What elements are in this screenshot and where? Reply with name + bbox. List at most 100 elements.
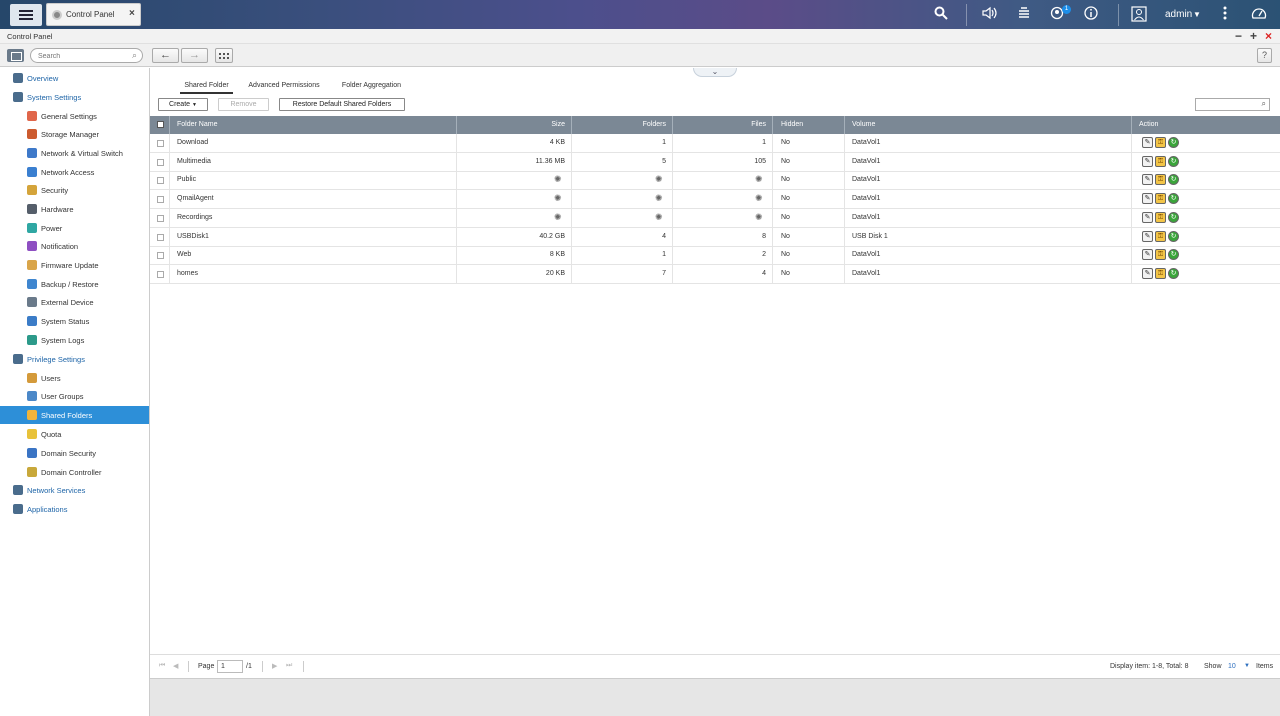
sidebar-item-privilege-settings[interactable]: Privilege Settings <box>0 350 149 368</box>
sidebar-item-network-access[interactable]: Network Access <box>0 163 149 181</box>
volume-icon[interactable] <box>981 6 999 24</box>
edit-icon[interactable]: ✎ <box>1142 267 1153 279</box>
table-row[interactable]: Multimedia 11.36 MB 5 105 No DataVol1 ✎ ⚿ ↻ <box>150 152 1280 172</box>
table-row[interactable]: Download 4 KB 1 1 No DataVol1 ✎ ⚿ ↻ <box>150 134 1280 153</box>
sidebar-item-overview[interactable]: Overview <box>0 69 149 87</box>
sidebar-item-user-groups[interactable]: User Groups <box>0 387 149 405</box>
sidebar-item-power[interactable]: Power <box>0 219 149 237</box>
refresh-icon[interactable]: ↻ <box>1168 249 1179 261</box>
permissions-icon[interactable]: ⚿ <box>1155 193 1166 205</box>
edit-icon[interactable]: ✎ <box>1142 155 1153 167</box>
sidebar-item-domain-controller[interactable]: Domain Controller <box>0 463 149 481</box>
column-header[interactable]: Volume <box>845 116 1132 134</box>
info-icon[interactable] <box>1082 6 1100 24</box>
background-tasks-icon[interactable] <box>1015 6 1033 24</box>
row-checkbox[interactable] <box>157 270 164 278</box>
next-page-icon[interactable]: ▶ <box>272 662 277 670</box>
collapse-panel-icon[interactable]: ⌄ <box>693 68 737 77</box>
toggle-sidebar-icon[interactable] <box>7 49 24 62</box>
refresh-icon[interactable]: ↻ <box>1168 155 1179 167</box>
main-menu-button[interactable] <box>10 4 42 26</box>
app-grid-icon[interactable] <box>215 48 233 63</box>
permissions-icon[interactable]: ⚿ <box>1155 137 1166 148</box>
sidebar-item-storage-manager[interactable]: Storage Manager <box>0 125 149 143</box>
row-checkbox[interactable] <box>157 158 164 166</box>
column-header[interactable]: Size <box>457 116 572 134</box>
sidebar-item-general-settings[interactable]: General Settings <box>0 107 149 125</box>
filter-input[interactable]: ⌕ <box>1195 98 1270 111</box>
column-header[interactable]: Hidden <box>773 116 845 134</box>
permissions-icon[interactable]: ⚿ <box>1155 174 1166 186</box>
table-row[interactable]: USBDisk1 40.2 GB 4 8 No USB Disk 1 ✎ ⚿ ↻ <box>150 227 1280 247</box>
select-all-checkbox[interactable] <box>157 121 164 128</box>
table-row[interactable]: Public ✺ ✺ ✺ No DataVol1 ✎ ⚿ ↻ <box>150 171 1280 191</box>
search-input[interactable] <box>38 51 128 61</box>
column-header[interactable]: Folder Name <box>170 116 457 134</box>
sidebar-item-security[interactable]: Security <box>0 181 149 199</box>
sidebar-item-notification[interactable]: Notification <box>0 237 149 255</box>
row-checkbox[interactable] <box>157 233 164 241</box>
refresh-icon[interactable]: ↻ <box>1168 193 1179 205</box>
row-checkbox[interactable] <box>157 214 164 222</box>
edit-icon[interactable]: ✎ <box>1142 174 1153 186</box>
sidebar-item-backup-restore[interactable]: Backup / Restore <box>0 275 149 293</box>
refresh-icon[interactable]: ↻ <box>1168 137 1179 148</box>
page-size-select[interactable]: 10 <box>1228 663 1236 670</box>
refresh-icon[interactable]: ↻ <box>1168 267 1179 279</box>
sidebar-item-applications[interactable]: Applications <box>0 500 149 518</box>
sidebar-item-domain-security[interactable]: Domain Security <box>0 444 149 462</box>
first-page-icon[interactable]: ⏮ <box>159 662 165 670</box>
page-number-input[interactable]: 1 <box>217 660 243 673</box>
tab-shared-folder[interactable]: Shared Folder <box>180 82 233 94</box>
table-row[interactable]: QmailAgent ✺ ✺ ✺ No DataVol1 ✎ ⚿ ↻ <box>150 190 1280 210</box>
permissions-icon[interactable]: ⚿ <box>1155 155 1166 167</box>
dashboard-icon[interactable] <box>1250 6 1268 24</box>
back-arrow-icon[interactable]: ← <box>152 48 179 63</box>
sidebar-item-shared-folders[interactable]: Shared Folders <box>0 406 149 424</box>
close-tab-icon[interactable]: × <box>129 8 135 19</box>
permissions-icon[interactable]: ⚿ <box>1155 211 1166 223</box>
remove-button[interactable]: Remove <box>218 98 269 111</box>
row-checkbox[interactable] <box>157 140 164 147</box>
chevron-down-icon[interactable]: ▼ <box>1244 663 1250 669</box>
maximize-icon[interactable]: + <box>1250 29 1257 43</box>
search-field[interactable]: ⌕ <box>30 48 143 63</box>
column-header[interactable]: Folders <box>572 116 673 134</box>
tab-folder-aggregation[interactable]: Folder Aggregation <box>339 82 404 94</box>
table-row[interactable]: Recordings ✺ ✺ ✺ No DataVol1 ✎ ⚿ ↻ <box>150 208 1280 228</box>
refresh-icon[interactable]: ↻ <box>1168 230 1179 242</box>
edit-icon[interactable]: ✎ <box>1142 249 1153 261</box>
edit-icon[interactable]: ✎ <box>1142 230 1153 242</box>
permissions-icon[interactable]: ⚿ <box>1155 249 1166 261</box>
sidebar-item-network-virtual-switch[interactable]: Network & Virtual Switch <box>0 144 149 162</box>
sidebar-item-hardware[interactable]: Hardware <box>0 200 149 218</box>
search-icon[interactable]: ⌕ <box>132 50 137 61</box>
user-avatar-icon[interactable] <box>1130 6 1148 24</box>
user-menu-label[interactable]: admin <box>1165 9 1192 20</box>
close-window-icon[interactable]: × <box>1265 29 1272 43</box>
sidebar-item-users[interactable]: Users <box>0 369 149 387</box>
search-icon[interactable]: ⌕ <box>1262 99 1266 109</box>
row-checkbox[interactable] <box>157 177 164 185</box>
tab-advanced-permissions[interactable]: Advanced Permissions <box>247 82 321 94</box>
chevron-down-icon[interactable]: ▼ <box>1193 10 1201 19</box>
edit-icon[interactable]: ✎ <box>1142 137 1153 148</box>
restore-default-button[interactable]: Restore Default Shared Folders <box>279 98 405 111</box>
sidebar-item-quota[interactable]: Quota <box>0 425 149 443</box>
edit-icon[interactable]: ✎ <box>1142 193 1153 205</box>
sidebar-item-system-status[interactable]: System Status <box>0 312 149 330</box>
row-checkbox[interactable] <box>157 196 164 204</box>
table-row[interactable]: homes 20 KB 7 4 No DataVol1 ✎ ⚿ ↻ <box>150 264 1280 284</box>
sidebar-item-network-services[interactable]: Network Services <box>0 481 149 499</box>
sidebar-item-system-settings[interactable]: System Settings <box>0 88 149 106</box>
more-options-icon[interactable] <box>1216 6 1234 24</box>
sidebar-item-firmware-update[interactable]: Firmware Update <box>0 256 149 274</box>
sidebar-item-system-logs[interactable]: System Logs <box>0 331 149 349</box>
create-button[interactable]: Create ▼ <box>158 98 208 111</box>
column-header[interactable]: Files <box>673 116 773 134</box>
refresh-icon[interactable]: ↻ <box>1168 211 1179 223</box>
minimize-icon[interactable]: − <box>1235 29 1242 43</box>
table-row[interactable]: Web 8 KB 1 2 No DataVol1 ✎ ⚿ ↻ <box>150 246 1280 266</box>
permissions-icon[interactable]: ⚿ <box>1155 230 1166 242</box>
previous-page-icon[interactable]: ◀ <box>173 662 178 670</box>
